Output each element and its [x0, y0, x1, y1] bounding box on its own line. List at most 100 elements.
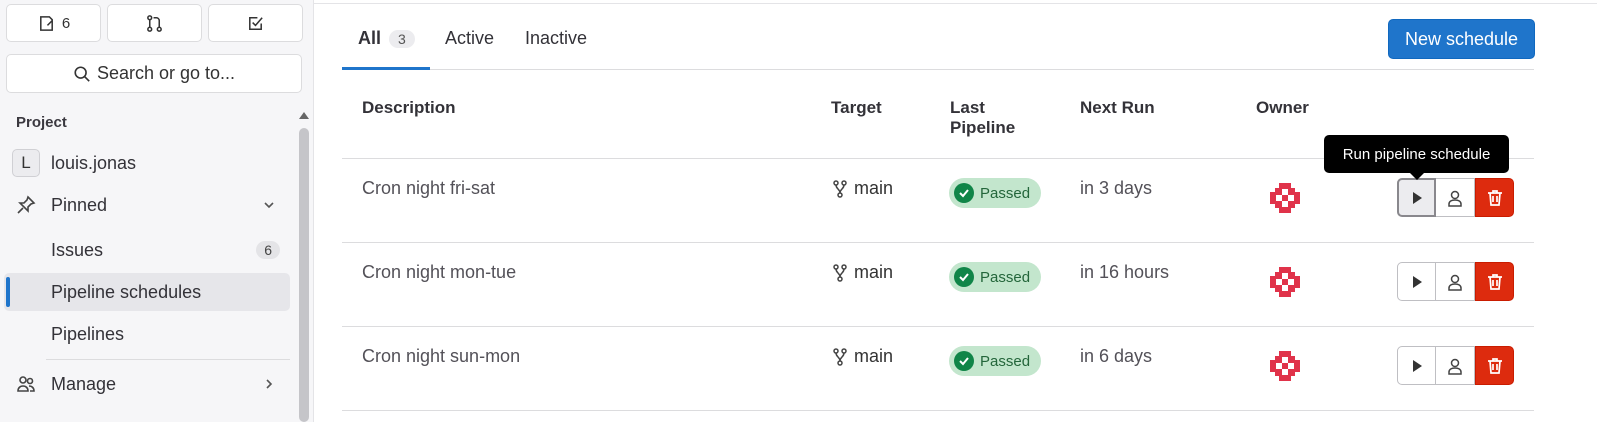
todo-button[interactable] — [208, 4, 303, 42]
branch-icon — [833, 179, 847, 198]
delete-button[interactable] — [1475, 346, 1514, 385]
active-indicator — [6, 277, 10, 307]
tab-label: Inactive — [525, 28, 588, 48]
trash-icon — [1487, 273, 1502, 290]
delete-button[interactable] — [1475, 178, 1514, 217]
trash-icon — [1487, 357, 1502, 374]
take-ownership-button[interactable] — [1436, 346, 1475, 385]
tab-all[interactable]: All 3 — [358, 28, 415, 49]
run-pipeline-button[interactable] — [1397, 262, 1436, 301]
check-circle-icon — [954, 183, 974, 203]
status-label: Passed — [980, 352, 1031, 370]
run-pipeline-button[interactable] — [1397, 346, 1436, 385]
schedule-description: Cron night mon-tue — [362, 262, 517, 282]
target-label: main — [854, 346, 894, 366]
section-title: Project — [16, 114, 67, 131]
row-actions — [1397, 262, 1514, 301]
divider — [46, 359, 290, 360]
sidebar-item-label: Pipelines — [51, 323, 125, 344]
target-label: main — [854, 262, 894, 282]
tab-count-badge: 3 — [389, 29, 415, 48]
header-last-pipeline-line1: Last — [950, 98, 985, 117]
status-badge[interactable]: Passed — [949, 262, 1041, 292]
tab-label: All — [358, 28, 382, 48]
sidebar-item-issues[interactable]: Issues 6 — [4, 231, 290, 269]
row-divider — [342, 242, 1534, 243]
owner-avatar[interactable] — [1266, 263, 1304, 301]
search-icon — [74, 65, 90, 82]
schedule-tabs: All 3 Active Inactive — [342, 18, 1534, 70]
pinned-label: Pinned — [51, 194, 108, 215]
sidebar-item-label: Issues — [51, 239, 104, 260]
target-branch[interactable]: main — [832, 178, 893, 199]
header-owner: Owner — [1256, 98, 1309, 117]
chevron-right-icon — [266, 379, 273, 389]
target-label: main — [854, 178, 894, 198]
project-name: louis.jonas — [51, 152, 137, 173]
target-branch[interactable]: main — [832, 262, 893, 283]
run-pipeline-tooltip: Run pipeline schedule — [1324, 135, 1509, 173]
scroll-up-arrow-icon[interactable] — [299, 112, 309, 119]
sidebar-item-pipelines[interactable]: Pipelines — [4, 315, 290, 353]
row-divider — [342, 326, 1534, 327]
tooltip-arrow — [1410, 173, 1424, 180]
sidebar-item-manage[interactable]: Manage — [4, 365, 290, 403]
issues-count-button[interactable]: 6 — [6, 4, 101, 42]
tab-inactive[interactable]: Inactive — [525, 28, 587, 49]
sidebar-scrollbar[interactable] — [299, 112, 309, 422]
row-divider — [342, 410, 1534, 411]
search-button[interactable]: Search or go to... — [6, 54, 302, 93]
sidebar-item-pinned[interactable]: Pinned — [4, 186, 290, 224]
issues-icon — [39, 15, 53, 31]
merge-requests-button[interactable] — [107, 4, 202, 42]
sidebar-item-project[interactable]: L louis.jonas — [4, 144, 290, 182]
main-content: All 3 Active Inactive New schedule Descr… — [314, 0, 1597, 422]
row-actions — [1397, 178, 1514, 217]
top-divider — [314, 3, 1597, 4]
scroll-thumb[interactable] — [299, 128, 309, 422]
play-icon — [1412, 275, 1422, 288]
status-badge[interactable]: Passed — [949, 178, 1041, 208]
delete-button[interactable] — [1475, 262, 1514, 301]
owner-avatar[interactable] — [1266, 179, 1304, 217]
take-ownership-button[interactable] — [1436, 178, 1475, 217]
tab-label: Active — [445, 28, 495, 48]
manage-label: Manage — [51, 373, 117, 394]
play-icon — [1412, 359, 1422, 372]
status-badge[interactable]: Passed — [949, 346, 1041, 376]
sidebar-top-buttons: 6 — [6, 4, 303, 42]
project-avatar: L — [12, 149, 40, 177]
row-actions — [1397, 346, 1514, 385]
tab-active[interactable]: Active — [445, 28, 494, 49]
play-icon — [1412, 191, 1422, 204]
header-next-run: Next Run — [1080, 98, 1155, 117]
schedule-description: Cron night sun-mon — [362, 346, 521, 366]
issues-count: 6 — [61, 14, 71, 32]
todo-icon — [249, 16, 263, 30]
branch-icon — [833, 347, 847, 366]
user-icon — [1448, 358, 1462, 375]
new-schedule-button[interactable]: New schedule — [1388, 19, 1535, 59]
next-run: in 3 days — [1080, 178, 1153, 198]
run-pipeline-button[interactable] — [1397, 178, 1436, 217]
sidebar-item-label: Pipeline schedules — [51, 281, 202, 302]
trash-icon — [1487, 189, 1502, 206]
pin-icon — [17, 195, 36, 214]
active-tab-underline — [342, 67, 430, 70]
users-icon — [17, 376, 35, 392]
owner-avatar[interactable] — [1266, 347, 1304, 385]
issues-count-badge: 6 — [256, 241, 280, 259]
header-last-pipeline: Last Pipeline — [950, 98, 1015, 138]
next-run: in 6 days — [1080, 346, 1153, 366]
check-circle-icon — [954, 351, 974, 371]
check-circle-icon — [954, 267, 974, 287]
target-branch[interactable]: main — [832, 346, 893, 367]
user-icon — [1448, 274, 1462, 291]
status-label: Passed — [980, 268, 1031, 286]
sidebar-item-pipeline-schedules[interactable]: Pipeline schedules — [4, 273, 290, 311]
take-ownership-button[interactable] — [1436, 262, 1475, 301]
header-description: Description — [362, 98, 456, 117]
header-last-pipeline-line2: Pipeline — [950, 118, 1016, 137]
status-label: Passed — [980, 184, 1031, 202]
sidebar: 6 Search or go to... Project L louis.jon… — [0, 0, 314, 422]
